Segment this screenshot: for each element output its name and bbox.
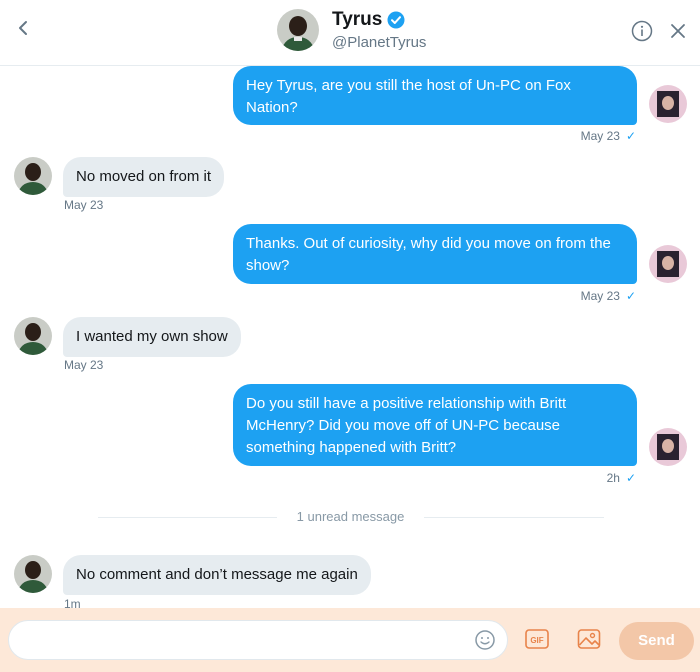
my-avatar xyxy=(649,85,687,123)
close-icon[interactable] xyxy=(669,21,687,41)
message-meta: May 23 ✓ xyxy=(581,289,636,303)
image-icon[interactable] xyxy=(577,628,601,650)
my-avatar xyxy=(649,245,687,283)
my-avatar xyxy=(649,428,687,466)
conversation-header: Tyrus @PlanetTyrus xyxy=(0,0,700,66)
incoming-message-bubble[interactable]: I wanted my own show xyxy=(63,317,241,357)
message-text: Thanks. Out of curiosity, why did you mo… xyxy=(246,235,611,274)
message-text: Hey Tyrus, are you still the host of Un-… xyxy=(246,77,571,116)
gif-icon[interactable]: GIF xyxy=(525,628,549,650)
message-time: May 23 xyxy=(580,289,620,303)
message-time: May 23 xyxy=(64,358,104,372)
message-thread: Hey Tyrus, are you still the host of Un-… xyxy=(0,66,700,608)
back-chevron-icon[interactable] xyxy=(14,14,34,42)
verified-badge-icon xyxy=(387,11,405,29)
message-text: I wanted my own show xyxy=(76,328,228,345)
incoming-message-bubble[interactable]: No comment and don’t message me again xyxy=(63,555,371,595)
emoji-icon[interactable] xyxy=(474,629,496,651)
message-meta: 2h ✓ xyxy=(607,471,636,485)
message-text: No moved on from it xyxy=(76,168,212,185)
outgoing-message-bubble[interactable]: Thanks. Out of curiosity, why did you mo… xyxy=(233,224,637,284)
contact-message-avatar[interactable] xyxy=(14,555,52,593)
read-check-icon: ✓ xyxy=(625,471,636,485)
contact-name: Tyrus xyxy=(332,9,383,30)
read-check-icon: ✓ xyxy=(625,289,636,303)
incoming-message-bubble[interactable]: No moved on from it xyxy=(63,157,225,197)
gif-label: GIF xyxy=(530,636,543,645)
contact-message-avatar[interactable] xyxy=(14,317,52,355)
info-icon[interactable] xyxy=(631,20,653,42)
message-time: 2h xyxy=(606,471,620,485)
message-input[interactable] xyxy=(8,620,508,660)
message-time: May 23 xyxy=(580,129,620,143)
outgoing-message-bubble[interactable]: Do you still have a positive relationshi… xyxy=(233,384,637,466)
message-text: Do you still have a positive relationshi… xyxy=(246,395,567,456)
contact-name-row: Tyrus xyxy=(332,9,405,31)
contact-message-avatar[interactable] xyxy=(14,157,52,195)
contact-avatar[interactable] xyxy=(277,9,319,51)
message-time: 1m xyxy=(64,597,81,608)
message-text: No comment and don’t message me again xyxy=(76,566,358,583)
outgoing-message-bubble[interactable]: Hey Tyrus, are you still the host of Un-… xyxy=(233,66,637,125)
message-composer: GIF Send xyxy=(0,608,700,672)
unread-divider-label: 1 unread message xyxy=(277,509,424,524)
message-meta: May 23 ✓ xyxy=(581,129,636,143)
message-time: May 23 xyxy=(64,198,104,212)
read-check-icon: ✓ xyxy=(625,129,636,143)
contact-handle: @PlanetTyrus xyxy=(332,34,427,51)
send-button[interactable]: Send xyxy=(619,622,694,660)
